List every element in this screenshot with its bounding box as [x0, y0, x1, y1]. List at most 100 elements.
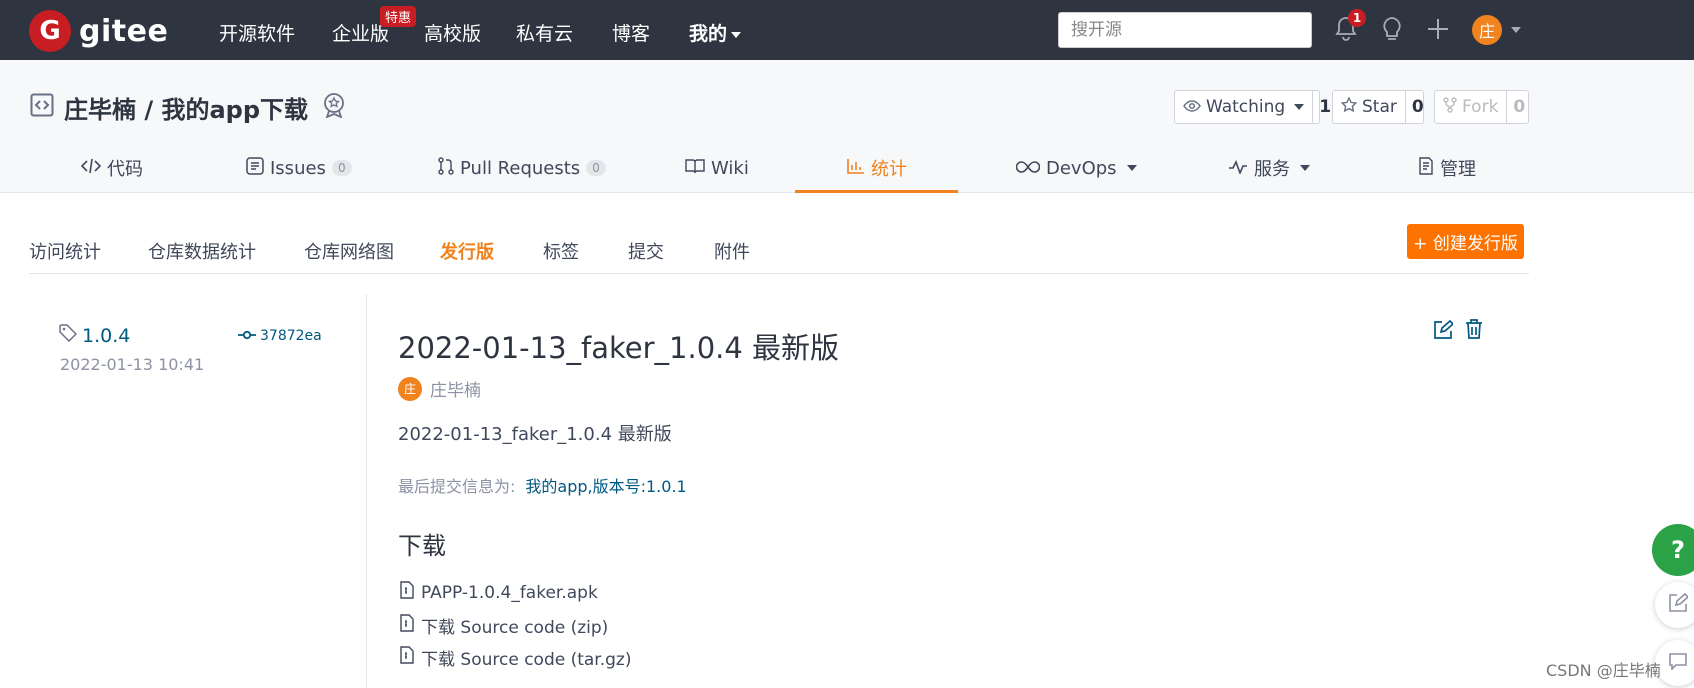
chevron-down-icon	[731, 31, 742, 38]
file-zip-icon	[400, 581, 414, 604]
subtab-visits[interactable]: 访问统计	[29, 238, 101, 264]
top-nav-bar: G gitee 开源软件 企业版 特惠 高校版 私有云 博客 我的 1 庄	[0, 0, 1694, 60]
issues-icon	[246, 156, 264, 180]
repo-title: 庄毕楠 / 我的app下载	[30, 90, 346, 125]
release-tag[interactable]: 1.0.4	[59, 324, 130, 347]
code-icon	[80, 158, 102, 179]
subtab-attachments[interactable]: 附件	[714, 238, 750, 264]
tab-services-label: 服务	[1254, 159, 1290, 180]
repo-name-link[interactable]: 庄毕楠 / 我的app下载	[64, 90, 308, 125]
subtab-releases[interactable]: 发行版	[440, 238, 494, 264]
subtab-tags[interactable]: 标签	[543, 238, 579, 264]
lightbulb-icon[interactable]	[1378, 15, 1406, 43]
book-icon	[685, 158, 705, 179]
release-tag-label: 1.0.4	[82, 324, 131, 347]
chevron-down-icon	[1126, 165, 1137, 171]
tab-stats[interactable]: 统计	[847, 143, 907, 193]
last-commit-info: 最后提交信息为: 我的app,版本号:1.0.1	[398, 473, 687, 497]
trash-icon[interactable]	[1465, 319, 1483, 343]
last-commit-link[interactable]: 我的app,版本号:1.0.1	[525, 477, 686, 496]
nav-private-cloud[interactable]: 私有云	[516, 19, 573, 46]
download-source-targz[interactable]: 下载 Source code (tar.gz)	[400, 645, 632, 670]
tab-manage-label: 管理	[1440, 159, 1476, 180]
tab-issues[interactable]: Issues 0	[246, 143, 352, 193]
tab-pulls-label: Pull Requests	[460, 157, 581, 179]
active-tab-indicator	[795, 190, 958, 193]
repo-tabs: 代码 Issues 0 Pull Requests 0 Wiki 统计 DevO…	[0, 143, 1694, 193]
tab-services[interactable]: 服务	[1228, 143, 1310, 193]
edit-icon[interactable]	[1433, 319, 1455, 344]
subtab-network[interactable]: 仓库网络图	[304, 238, 394, 264]
fork-icon	[1443, 96, 1457, 118]
pull-request-icon	[438, 156, 454, 180]
nav-university[interactable]: 高校版	[424, 19, 481, 46]
tab-wiki[interactable]: Wiki	[685, 143, 749, 193]
enterprise-promo-badge: 特惠	[380, 6, 417, 27]
last-commit-label: 最后提交信息为:	[398, 477, 516, 496]
file-name: PAPP-1.0.4_faker.apk	[421, 582, 598, 603]
search-input[interactable]	[1058, 12, 1312, 48]
download-file-apk[interactable]: PAPP-1.0.4_faker.apk	[400, 581, 598, 604]
download-heading: 下载	[398, 532, 446, 560]
fork-button[interactable]: Fork 0	[1434, 90, 1529, 124]
release-author[interactable]: 庄 庄毕楠	[398, 376, 481, 401]
pulse-icon	[1228, 158, 1248, 179]
chat-button[interactable]	[1655, 640, 1694, 686]
nav-mine-label: 我的	[689, 23, 728, 45]
commit-icon	[238, 328, 256, 344]
star-count[interactable]: 0	[1404, 91, 1430, 123]
tab-code[interactable]: 代码	[80, 143, 143, 193]
gitee-logo[interactable]: G gitee	[29, 10, 168, 52]
tab-stats-label: 统计	[871, 159, 907, 180]
chevron-down-icon	[1294, 104, 1305, 110]
star-icon	[1340, 95, 1358, 118]
user-avatar[interactable]: 庄	[1472, 15, 1502, 45]
nav-opensource[interactable]: 开源软件	[219, 19, 295, 46]
tab-devops[interactable]: DevOps	[1015, 143, 1137, 193]
eye-icon	[1183, 97, 1201, 117]
gitee-logo-icon: G	[29, 10, 71, 52]
watch-label: Watching	[1206, 97, 1286, 117]
watch-button[interactable]: Watching 1	[1174, 90, 1331, 124]
feedback-button[interactable]	[1655, 582, 1694, 628]
release-date: 2022-01-13 10:41	[60, 355, 205, 374]
tab-issues-label: Issues	[270, 157, 326, 179]
nav-blog[interactable]: 博客	[612, 19, 650, 46]
tab-pull-requests[interactable]: Pull Requests 0	[438, 143, 606, 193]
help-button[interactable]: ?	[1652, 524, 1694, 576]
release-commit-link[interactable]: 37872ea	[238, 328, 322, 344]
plus-icon[interactable]	[1424, 15, 1452, 43]
gitee-logo-text: gitee	[79, 13, 169, 49]
tab-devops-label: DevOps	[1046, 157, 1117, 179]
csdn-watermark: CSDN @庄毕楠	[1546, 661, 1661, 680]
nav-mine[interactable]: 我的	[689, 19, 742, 46]
download-source-zip[interactable]: 下载 Source code (zip)	[400, 613, 608, 638]
award-badge-icon[interactable]	[322, 92, 346, 124]
edit-feedback-icon	[1668, 592, 1690, 617]
repo-code-icon	[30, 93, 54, 123]
file-name: 下载 Source code (tar.gz)	[421, 650, 632, 670]
release-description: 2022-01-13_faker_1.0.4 最新版	[398, 424, 672, 445]
file-zip-icon	[400, 614, 414, 637]
star-button[interactable]: Star 0	[1332, 90, 1424, 124]
chat-icon	[1668, 652, 1688, 674]
settings-doc-icon	[1418, 156, 1434, 180]
tab-manage[interactable]: 管理	[1418, 143, 1476, 193]
pulls-count-badge: 0	[586, 160, 606, 176]
star-label: Star	[1362, 97, 1397, 117]
file-name: 下载 Source code (zip)	[421, 618, 609, 638]
create-release-button[interactable]: + 创建发行版	[1407, 224, 1524, 259]
subtab-commits[interactable]: 提交	[628, 238, 664, 264]
fork-label: Fork	[1462, 97, 1499, 117]
file-zip-icon	[400, 646, 414, 669]
tab-code-label: 代码	[107, 159, 143, 180]
issues-count-badge: 0	[331, 160, 352, 176]
author-avatar: 庄	[398, 376, 422, 401]
commit-hash: 37872ea	[260, 328, 322, 344]
fork-count[interactable]: 0	[1506, 91, 1531, 123]
chevron-down-icon	[1300, 165, 1310, 171]
infinity-icon	[1015, 158, 1041, 179]
subtab-repo-data[interactable]: 仓库数据统计	[148, 238, 256, 264]
column-divider	[366, 294, 367, 688]
chevron-down-icon[interactable]	[1511, 27, 1521, 33]
